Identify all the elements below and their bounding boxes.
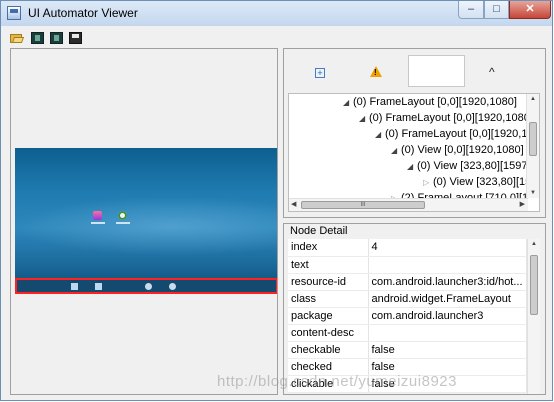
screenshot-pane[interactable] [10,48,278,395]
table-row[interactable]: text [288,256,527,274]
tree-node[interactable]: ◢ (0) View [323,80][1597, [407,158,531,174]
app-icon-settings[interactable] [118,211,127,220]
hotseat-icon-2[interactable] [95,283,102,290]
collapse-up-icon[interactable]: ^ [489,65,495,79]
tree-horizontal-scrollbar[interactable]: ◀ III ▶ [289,198,528,211]
collapsed-arrow-icon[interactable]: ▷ [423,175,433,191]
tree-node[interactable]: ▷ (0) View [323,80][15 [423,174,531,190]
table-row[interactable]: index 4 [288,239,527,257]
close-button[interactable]: ✕ [509,1,551,19]
expand-all-icon[interactable]: + [315,68,325,78]
device-screenshot-compressed-icon[interactable] [50,32,63,44]
expanded-arrow-icon[interactable]: ◢ [407,159,417,175]
hierarchy-tree[interactable]: ◢ (0) FrameLayout [0,0][1920,1080] ◢ (0) F… [288,93,540,212]
table-row[interactable]: class android.widget.FrameLayout [288,290,527,308]
node-detail-pane: Node Detail index 4 text resource-id com.a… [283,223,546,395]
tree-node[interactable]: ◢ (0) FrameLayout [0,0][1920,10 [375,126,534,142]
scroll-thumb[interactable]: III [301,201,425,209]
device-screenshot[interactable] [15,148,277,294]
table-row[interactable]: checked false [288,358,527,376]
scroll-right-arrow-icon[interactable]: ▶ [520,200,525,208]
maximize-button[interactable]: □ [484,1,509,19]
tree-node[interactable]: ◢ (0) FrameLayout [0,0][1920,1080] [343,94,517,110]
main-toolbar [1,26,552,48]
app-icon-gallery[interactable] [93,211,102,220]
table-row[interactable]: resource-id com.android.launcher3:id/hot.… [288,273,527,291]
minimize-button[interactable]: – [458,1,484,19]
app-logo-icon [7,6,21,20]
open-folder-icon[interactable] [10,32,25,44]
node-detail-table: index 4 text resource-id com.android.launc… [288,239,527,393]
expanded-arrow-icon[interactable]: ◢ [359,111,369,127]
scroll-left-arrow-icon[interactable]: ◀ [291,200,296,208]
tree-node[interactable]: ◢ (0) FrameLayout [0,0][1920,1080] [359,110,533,126]
table-row[interactable]: package com.android.launcher3 [288,307,527,325]
hotseat-icon-4[interactable] [169,283,176,290]
expanded-arrow-icon[interactable]: ◢ [343,95,353,111]
selected-node-highlight[interactable] [15,278,277,294]
hotseat-icon-3[interactable] [145,283,152,290]
node-detail-title: Node Detail [290,225,348,237]
expanded-arrow-icon[interactable]: ◢ [375,127,385,143]
title-bar[interactable]: UI Automator Viewer – □ ✕ [1,1,552,26]
tree-vertical-scrollbar[interactable]: ▲ ▼ [526,94,539,198]
filter-box[interactable] [408,55,465,87]
expanded-arrow-icon[interactable]: ◢ [391,143,401,159]
table-row[interactable]: content-desc [288,324,527,342]
scroll-thumb[interactable] [530,255,538,315]
scroll-thumb[interactable] [529,122,537,156]
toggle-nafs-warning-icon[interactable] [370,66,382,77]
scroll-up-arrow-icon[interactable]: ▲ [531,241,537,247]
table-row[interactable]: checkable false [288,341,527,359]
scroll-down-arrow-icon[interactable]: ▼ [530,190,536,196]
hierarchy-pane: + ^ ◢(0) FrameLayout [0,0][1920,1080] ◢(… [283,48,546,218]
save-icon[interactable] [69,32,82,44]
scroll-up-arrow-icon[interactable]: ▲ [530,96,536,102]
table-row[interactable]: clickable false [288,375,527,393]
window-title: UI Automator Viewer [28,6,138,20]
app-window: UI Automator Viewer – □ ✕ + ! ^ ◢ (0) Fr… [0,0,553,401]
node-detail-vertical-scrollbar[interactable]: ▲ [527,239,540,394]
tree-node[interactable]: ◢ (0) View [0,0][1920,1080] [391,142,524,158]
hotseat-icon-1[interactable] [71,283,78,290]
device-screenshot-icon[interactable] [31,32,44,44]
